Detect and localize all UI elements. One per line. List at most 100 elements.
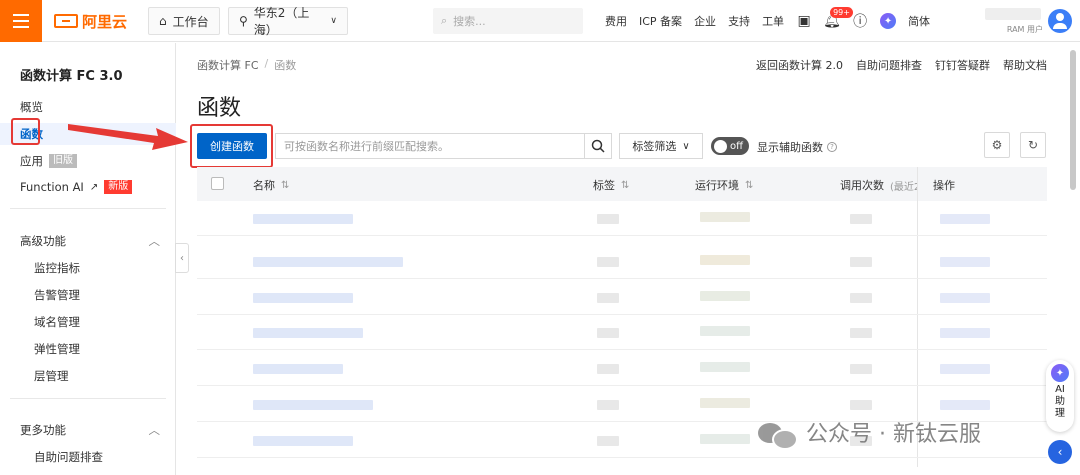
sidebar-item-elasticity[interactable]: 弹性管理 (34, 341, 80, 357)
invocations-cell (850, 400, 872, 410)
action-links-cell[interactable] (940, 257, 990, 267)
settings-button[interactable]: ⚙ (984, 132, 1010, 158)
aliyun-logo[interactable]: 阿里云 (54, 10, 127, 32)
user-role: RAM 用户 (1006, 25, 1043, 34)
sidebar-collapse-handle[interactable]: ‹ (175, 243, 189, 273)
column-tags[interactable]: 标签 ⇅ (593, 177, 629, 193)
section-more-features[interactable]: 更多功能 ︿ (20, 422, 160, 438)
function-name-cell[interactable] (253, 257, 403, 267)
region-selector[interactable]: ⚲ 华东2（上海） ∨ (228, 6, 348, 37)
global-search-placeholder: 搜索... (453, 15, 486, 28)
column-runtime[interactable]: 运行环境 ⇅ (695, 177, 753, 193)
function-name-cell[interactable] (253, 214, 353, 224)
tag-cell (597, 364, 619, 374)
top-link-support[interactable]: 支持 (728, 13, 750, 29)
global-search-input[interactable]: ⌕ 搜索... (433, 8, 583, 34)
sidebar-item-overview[interactable]: 概览 (20, 99, 43, 115)
search-icon: ⌕ (441, 14, 448, 27)
aux-label-text: 显示辅助函数 (757, 141, 823, 154)
hamburger-menu-button[interactable] (0, 0, 42, 42)
tag-cell (597, 293, 619, 303)
select-all-checkbox[interactable] (211, 177, 224, 190)
invocations-cell (850, 257, 872, 267)
region-label: 华东2（上海） (253, 6, 310, 37)
sidebar-item-self-troubleshoot[interactable]: 自助问题排查 (34, 449, 103, 465)
logo-text: 阿里云 (82, 12, 128, 31)
table-row[interactable] (197, 245, 1047, 279)
top-link-billing[interactable]: 费用 (605, 13, 627, 29)
top-link-ticket[interactable]: 工单 (762, 13, 784, 29)
collapse-floating-button[interactable]: ‹ (1048, 440, 1072, 464)
terminal-icon[interactable]: ▣ (796, 13, 812, 29)
column-name[interactable]: 名称 ⇅ (253, 177, 289, 193)
link-back-fc2[interactable]: 返回函数计算 2.0 (756, 57, 843, 73)
table-row[interactable] (197, 202, 1047, 236)
sidebar-item-domains[interactable]: 域名管理 (34, 314, 80, 330)
runtime-cell (700, 398, 750, 408)
new-version-tag: 新版 (104, 180, 133, 194)
help-icon[interactable]: ⓘ (852, 13, 868, 30)
action-links-cell[interactable] (940, 400, 990, 410)
breadcrumb-separator: / (264, 57, 269, 70)
action-links-cell[interactable] (940, 364, 990, 374)
sidebar-item-monitoring[interactable]: 监控指标 (34, 260, 80, 276)
sidebar-item-label: Function AI (20, 180, 84, 194)
table-row[interactable] (197, 316, 1047, 350)
function-name-cell[interactable] (253, 436, 353, 446)
breadcrumb: 函数计算 FC / 函数 (197, 57, 296, 73)
language-switch[interactable]: 简体 (908, 13, 930, 29)
aux-functions-toggle[interactable]: off (711, 137, 749, 155)
create-function-button[interactable]: 创建函数 (197, 133, 267, 159)
wechat-icon (758, 419, 798, 450)
sidebar-item-label: 概览 (20, 100, 43, 114)
ai-helper-char: AI (1055, 384, 1065, 395)
page-title: 函数 (197, 96, 242, 121)
sidebar-item-layers[interactable]: 层管理 (34, 368, 69, 384)
link-help-docs[interactable]: 帮助文档 (1003, 57, 1047, 73)
top-link-icp[interactable]: ICP 备案 (639, 13, 682, 29)
column-invocations[interactable]: 调用次数 (最近24小 (840, 177, 917, 193)
refresh-button[interactable]: ↻ (1020, 132, 1046, 158)
workbench-button[interactable]: ⌂ 工作台 (148, 7, 220, 35)
function-name-cell[interactable] (253, 400, 373, 410)
avatar[interactable] (1048, 9, 1072, 33)
function-name-cell[interactable] (253, 328, 363, 338)
location-pin-icon: ⚲ (239, 14, 248, 28)
chevron-down-icon: ∨ (330, 16, 337, 26)
top-link-enterprise[interactable]: 企业 (694, 13, 716, 29)
sidebar-item-function-ai[interactable]: Function AI ↗ 新版 (20, 180, 133, 194)
function-search-placeholder: 可按函数名称进行前缀匹配搜索。 (284, 140, 449, 153)
function-search-input[interactable]: 可按函数名称进行前缀匹配搜索。 (275, 133, 585, 159)
action-links-cell[interactable] (940, 293, 990, 303)
function-name-cell[interactable] (253, 364, 343, 374)
function-name-cell[interactable] (253, 293, 353, 303)
annotation-box-functions (11, 118, 40, 145)
sort-icon: ⇅ (621, 179, 630, 191)
sidebar-item-applications[interactable]: 应用 旧版 (20, 153, 77, 169)
ai-helper-floating-button[interactable]: ✦ AI 助 理 (1046, 360, 1074, 432)
tag-cell (597, 436, 619, 446)
toggle-state: off (730, 140, 744, 152)
breadcrumb-functions: 函数 (274, 59, 297, 72)
page-scrollbar[interactable] (1070, 50, 1076, 190)
section-advanced-features[interactable]: 高级功能 ︿ (20, 233, 160, 249)
table-row[interactable] (197, 352, 1047, 386)
action-links-cell[interactable] (940, 328, 990, 338)
action-links-cell[interactable] (940, 214, 990, 224)
table-row[interactable] (197, 281, 1047, 315)
old-version-tag: 旧版 (49, 154, 77, 168)
help-icon[interactable]: ? (827, 142, 837, 152)
tag-filter-dropdown[interactable]: 标签筛选 ∨ (619, 133, 703, 159)
search-button[interactable] (584, 133, 612, 159)
ai-assistant-icon[interactable]: ✦ (880, 13, 897, 29)
sidebar-item-alerts[interactable]: 告警管理 (34, 287, 80, 303)
breadcrumb-fc[interactable]: 函数计算 FC (197, 57, 259, 73)
header-links: 返回函数计算 2.0 自助问题排查 钉钉答疑群 帮助文档 (756, 57, 1047, 73)
bell-icon[interactable]: 🔔︎ 99+ (823, 7, 853, 29)
section-label: 高级功能 (20, 234, 66, 248)
link-dingtalk-group[interactable]: 钉钉答疑群 (935, 57, 990, 73)
sidebar-item-label: 应用 (20, 154, 43, 168)
link-self-troubleshoot[interactable]: 自助问题排查 (856, 57, 922, 73)
sidebar-divider (10, 208, 166, 209)
user-info[interactable]: RAM 用户 (985, 8, 1045, 38)
